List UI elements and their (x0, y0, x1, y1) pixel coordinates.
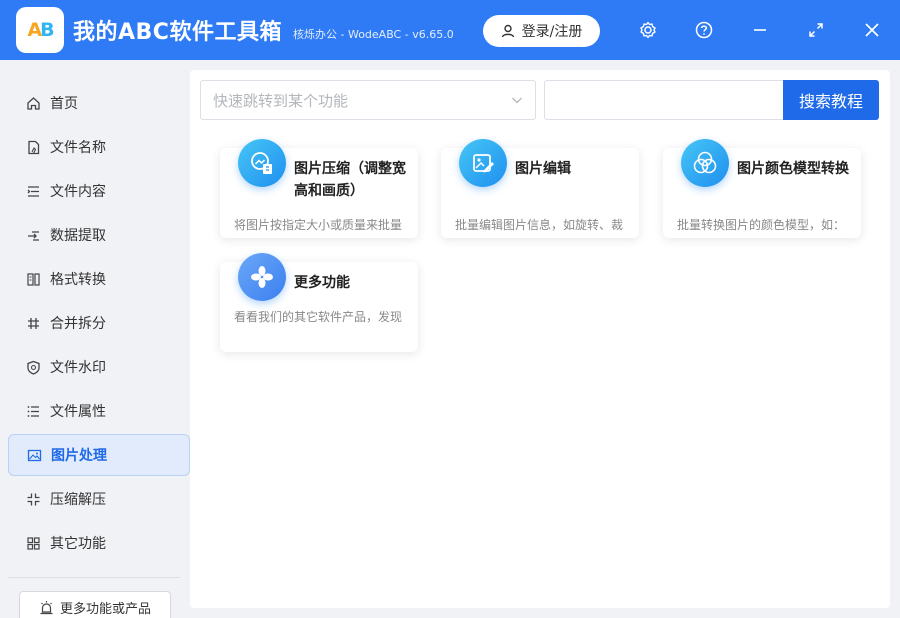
sidebar-item-file-name[interactable]: 文件名称 (8, 126, 190, 168)
file-attribute-icon (25, 403, 41, 419)
card-title: 图片编辑 (515, 161, 571, 177)
sidebar-item-label: 数据提取 (50, 228, 106, 244)
card-title: 更多功能 (294, 275, 350, 291)
search-tutorial-button[interactable]: 搜索教程 (783, 80, 879, 120)
sidebar-item-home[interactable]: 首页 (8, 82, 190, 124)
sidebar-item-label: 其它功能 (50, 536, 106, 552)
sidebar-item-label: 文件水印 (50, 360, 106, 376)
sidebar-item-label: 文件属性 (50, 404, 106, 420)
card-color-model-convert[interactable]: 图片颜色模型转换 批量转换图片的颜色模型，如： (663, 139, 861, 238)
sidebar-item-image-processing[interactable]: 图片处理 (8, 434, 190, 476)
sidebar-item-other[interactable]: 其它功能 (8, 522, 190, 564)
merge-split-icon (25, 315, 41, 331)
card-desc: 看看我们的其它软件产品，发现 (234, 310, 403, 324)
image-edit-icon (459, 139, 507, 187)
sidebar-item-label: 文件名称 (50, 140, 106, 156)
search-input[interactable] (544, 80, 784, 120)
sidebar-item-file-attribute[interactable]: 文件属性 (8, 390, 190, 432)
more-products-label: 更多功能或产品 (59, 601, 151, 617)
watermark-icon (25, 359, 41, 375)
title-bar: AB 我的ABC软件工具箱 核烁办公 - WodeABC - v6.65.0 登… (0, 0, 900, 60)
sidebar-item-label: 首页 (50, 96, 78, 112)
app-subtitle: 核烁办公 - WodeABC - v6.65.0 (293, 28, 454, 41)
sidebar-item-label: 图片处理 (51, 448, 107, 464)
file-content-icon (25, 183, 41, 199)
card-more-features[interactable]: 更多功能 看看我们的其它软件产品，发现 (220, 253, 418, 352)
card-image-edit[interactable]: 图片编辑 批量编辑图片信息，如旋转、裁 (441, 139, 639, 238)
settings-icon[interactable] (637, 19, 659, 41)
sidebar-item-watermark[interactable]: 文件水印 (8, 346, 190, 388)
main-panel: 快速跳转到某个功能 搜索教程 图片压缩（调整宽高和画质） 将图片按指定大小或质量… (190, 70, 890, 608)
file-name-icon (25, 139, 41, 155)
sidebar-item-label: 文件内容 (50, 184, 106, 200)
card-title: 图片颜色模型转换 (737, 161, 849, 177)
other-icon (25, 535, 41, 551)
app-title: 我的ABC软件工具箱 (73, 20, 282, 45)
card-desc: 批量编辑图片信息，如旋转、裁 (455, 218, 624, 232)
image-compress-icon (238, 139, 286, 187)
sidebar-item-label: 压缩解压 (50, 492, 106, 508)
sidebar-item-file-content[interactable]: 文件内容 (8, 170, 190, 212)
sidebar-item-data-extract[interactable]: 数据提取 (8, 214, 190, 256)
sidebar-item-label: 格式转换 (50, 272, 106, 288)
close-icon[interactable] (861, 19, 883, 41)
format-convert-icon (25, 271, 41, 287)
sidebar-item-label: 合并拆分 (50, 316, 106, 332)
app-logo: AB (16, 7, 64, 53)
sidebar-item-merge-split[interactable]: 合并拆分 (8, 302, 190, 344)
card-desc: 批量转换图片的颜色模型，如： (677, 218, 846, 232)
sidebar: 首页 文件名称 文件内容 数据提取 格式转换 合并拆分 文件水印 文件属性 图片… (0, 60, 190, 618)
minimize-icon[interactable] (749, 19, 771, 41)
login-label: 登录/注册 (521, 24, 583, 40)
login-button[interactable]: 登录/注册 (483, 15, 600, 47)
more-features-icon (238, 253, 286, 301)
sidebar-item-format-convert[interactable]: 格式转换 (8, 258, 190, 300)
card-title: 图片压缩（调整宽高和画质） (294, 161, 406, 199)
more-products-button[interactable]: 更多功能或产品 (19, 591, 171, 618)
quick-jump-placeholder: 快速跳转到某个功能 (213, 91, 349, 110)
chevron-down-icon (512, 97, 522, 104)
maximize-icon[interactable] (805, 19, 827, 41)
sidebar-item-compress[interactable]: 压缩解压 (8, 478, 190, 520)
card-image-compress[interactable]: 图片压缩（调整宽高和画质） 将图片按指定大小或质量来批量 (220, 139, 418, 238)
help-icon[interactable] (693, 19, 715, 41)
sidebar-divider (8, 577, 180, 578)
home-icon (25, 95, 41, 111)
image-icon (26, 447, 42, 463)
quick-jump-select[interactable]: 快速跳转到某个功能 (200, 80, 536, 120)
color-model-icon (681, 139, 729, 187)
alarm-icon (40, 600, 53, 614)
user-icon (501, 24, 514, 38)
card-desc: 将图片按指定大小或质量来批量 (234, 218, 403, 232)
compress-icon (25, 491, 41, 507)
data-extract-icon (25, 227, 41, 243)
